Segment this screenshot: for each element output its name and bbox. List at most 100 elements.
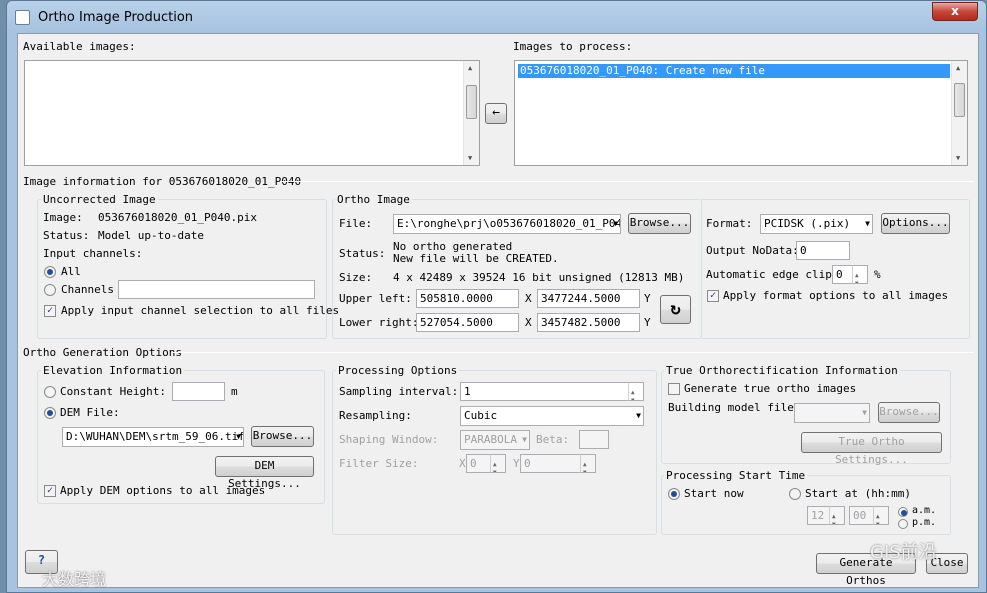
scroll-thumb[interactable] — [466, 85, 477, 119]
apply-channels-checkbox[interactable]: ✓ — [44, 305, 56, 317]
chevron-down-icon[interactable]: ▼ — [862, 404, 867, 422]
lower-right-y-input[interactable]: 3457482.5000 — [537, 313, 640, 332]
image-label: Image: — [43, 211, 83, 224]
chevron-down-icon[interactable]: ▼ — [636, 407, 641, 425]
nodata-label: Output NoData: — [706, 244, 799, 257]
constant-height-input[interactable] — [172, 382, 225, 401]
generate-true-ortho-checkbox[interactable] — [668, 383, 680, 395]
building-model-label: Building model file: — [668, 401, 801, 414]
apply-channels-label: Apply input channel selection to all fil… — [61, 304, 340, 317]
edge-clip-unit: % — [874, 268, 881, 281]
format-options-button[interactable]: Options... — [881, 213, 950, 234]
available-images-list[interactable]: ▲ ▼ — [24, 60, 480, 166]
dem-file-combo[interactable]: D:\WUHAN\DEM\srtm_59_06.tif ▼ — [62, 427, 244, 447]
divider — [172, 352, 974, 353]
pm-radio[interactable] — [898, 519, 908, 529]
help-icon: ? — [37, 553, 46, 567]
filter-x-spinner[interactable]: ▲ ▼ — [490, 454, 506, 473]
window-title: Ortho Image Production — [38, 10, 194, 25]
scroll-up-icon[interactable]: ▲ — [956, 64, 960, 72]
upper-left-y-label: Y — [644, 292, 651, 305]
process-list-scrollbar[interactable]: ▲ ▼ — [951, 61, 967, 165]
size-label: Size: — [339, 271, 373, 284]
input-channels-label: Input channels: — [43, 247, 143, 260]
images-to-process-list[interactable]: 053676018020_01_P040: Create new file ▲ … — [514, 60, 968, 166]
status-label: Status: — [43, 229, 90, 242]
constant-height-label: Constant Height: — [60, 385, 166, 398]
filter-size-label: Filter Size: — [339, 457, 419, 470]
move-left-button[interactable]: ← — [485, 103, 507, 124]
upper-left-x-input[interactable]: 505810.0000 — [416, 289, 519, 308]
list-item[interactable]: 053676018020_01_P040: Create new file — [518, 64, 950, 78]
spin-down-icon[interactable]: ▼ — [876, 516, 880, 524]
chevron-down-icon[interactable]: ▼ — [865, 215, 870, 233]
spin-down-icon[interactable]: ▼ — [855, 275, 859, 283]
ortho-file-value: E:\ronghe\prj\o053676018020_01_P040 — [397, 217, 621, 230]
dem-file-label: DEM File: — [60, 406, 120, 419]
image-value: 053676018020_01_P040.pix — [98, 211, 257, 224]
channels-input[interactable] — [118, 280, 315, 299]
building-browse-button[interactable]: Browse... — [878, 402, 940, 423]
available-images-label: Available images: — [23, 40, 136, 53]
ortho-image-title: Ortho Image — [335, 193, 412, 206]
sampling-input[interactable]: 1 — [460, 382, 644, 401]
dem-file-value: D:\WUHAN\DEM\srtm_59_06.tif — [66, 430, 244, 443]
filter-y-spinner[interactable]: ▲ ▼ — [580, 454, 596, 473]
start-now-label: Start now — [684, 487, 744, 500]
window-close-button[interactable]: x — [932, 2, 978, 21]
shaping-combo[interactable]: PARABOLA ▼ — [460, 430, 530, 450]
dem-file-radio[interactable] — [44, 407, 56, 419]
edge-clip-spinner[interactable]: ▲ ▼ — [852, 265, 868, 284]
apply-format-checkbox[interactable]: ✓ — [707, 290, 719, 302]
lower-right-label: Lower right: — [339, 316, 419, 329]
constant-height-radio[interactable] — [44, 386, 56, 398]
format-combo[interactable]: PCIDSK (.pix) ▼ — [760, 214, 873, 234]
filter-y-label: Y — [513, 457, 520, 470]
am-radio[interactable] — [898, 507, 908, 517]
dem-settings-button[interactable]: DEM Settings... — [215, 456, 314, 490]
beta-label: Beta: — [536, 433, 570, 446]
true-ortho-title: True Orthorectification Information — [664, 364, 900, 377]
resampling-combo[interactable]: Cubic ▼ — [460, 406, 644, 426]
channels-all-label: All — [61, 265, 81, 278]
lower-right-x-label: X — [525, 316, 532, 329]
channels-custom-radio[interactable] — [44, 284, 56, 296]
spin-down-icon[interactable]: ▼ — [493, 464, 497, 472]
ortho-browse-button[interactable]: Browse... — [628, 213, 691, 234]
scroll-down-icon[interactable]: ▼ — [956, 154, 960, 162]
constant-height-unit: m — [231, 385, 238, 398]
ortho-file-combo[interactable]: E:\ronghe\prj\o053676018020_01_P040 ▼ — [393, 214, 621, 234]
reset-extents-button[interactable]: ↻ — [660, 295, 691, 324]
ortho-status-line2: New file will be CREATED. — [393, 252, 559, 265]
true-ortho-settings-button[interactable]: True Ortho Settings... — [801, 432, 942, 466]
processing-title: Processing Options — [336, 364, 460, 377]
chevron-down-icon[interactable]: ▼ — [236, 428, 241, 446]
sampling-spinner[interactable]: ▲ ▼ — [628, 382, 644, 401]
start-now-radio[interactable] — [668, 488, 680, 500]
minute-spinner[interactable]: ▲ ▼ — [873, 506, 889, 525]
spin-down-icon[interactable]: ▼ — [832, 516, 836, 524]
hour-spinner[interactable]: ▲ ▼ — [829, 506, 845, 525]
building-model-combo[interactable]: ▼ — [794, 403, 870, 423]
beta-input[interactable] — [579, 430, 609, 449]
apply-dem-checkbox[interactable]: ✓ — [44, 485, 56, 497]
format-label: Format: — [706, 217, 753, 230]
upper-left-y-input[interactable]: 3477244.5000 — [537, 289, 640, 308]
channels-custom-label: Channels — [61, 283, 114, 296]
edge-clip-label: Automatic edge clip: — [706, 268, 839, 281]
scroll-up-icon[interactable]: ▲ — [468, 64, 472, 72]
start-at-radio[interactable] — [789, 488, 801, 500]
chevron-down-icon[interactable]: ▼ — [613, 215, 618, 233]
start-at-label: Start at (hh:mm) — [805, 487, 911, 500]
spin-down-icon[interactable]: ▼ — [583, 464, 587, 472]
ortho-window: Ortho Image Production x Available image… — [6, 0, 987, 593]
lower-right-x-input[interactable]: 527054.5000 — [416, 313, 519, 332]
chevron-down-icon[interactable]: ▼ — [522, 431, 527, 449]
channels-all-radio[interactable] — [44, 266, 56, 278]
scroll-thumb[interactable] — [954, 83, 965, 117]
spin-down-icon[interactable]: ▼ — [631, 392, 635, 400]
available-list-scrollbar[interactable]: ▲ ▼ — [463, 61, 479, 165]
nodata-input[interactable]: 0 — [796, 241, 850, 260]
scroll-down-icon[interactable]: ▼ — [468, 154, 472, 162]
dem-browse-button[interactable]: Browse... — [251, 426, 314, 447]
